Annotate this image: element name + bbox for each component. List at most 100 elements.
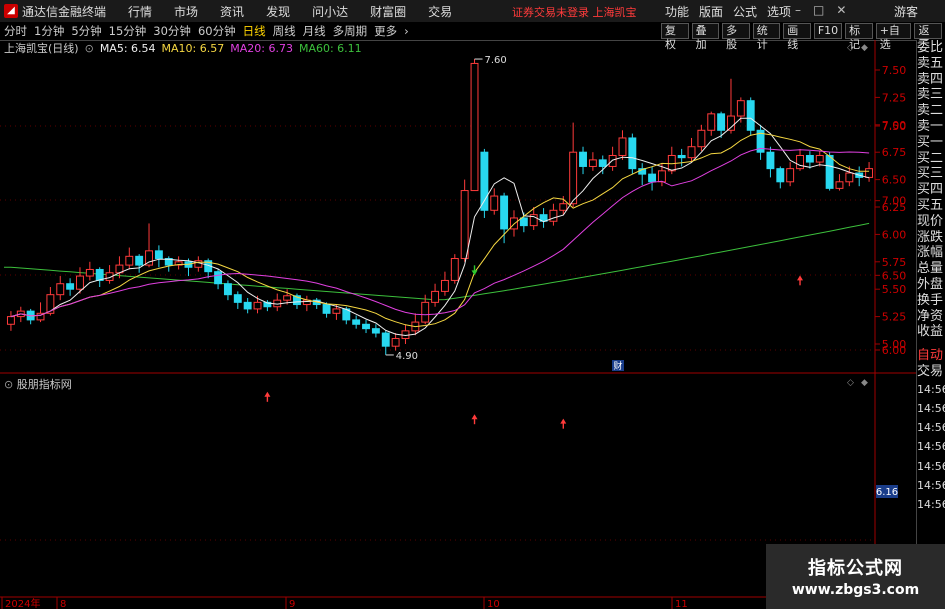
period-60min[interactable]: 60分钟 bbox=[198, 23, 236, 39]
candle[interactable] bbox=[352, 315, 361, 329]
candle[interactable] bbox=[470, 59, 479, 192]
candle[interactable] bbox=[56, 276, 65, 301]
period-monthly[interactable]: 月线 bbox=[303, 23, 326, 39]
candle[interactable] bbox=[223, 280, 232, 301]
candle[interactable] bbox=[776, 166, 785, 189]
period-more[interactable]: 更多 bbox=[374, 23, 397, 39]
candle[interactable] bbox=[302, 295, 311, 312]
menu-gongneng[interactable]: 功能 bbox=[665, 3, 689, 20]
candle[interactable] bbox=[233, 291, 242, 309]
candle[interactable] bbox=[687, 137, 696, 163]
candle[interactable] bbox=[756, 124, 765, 160]
maximize-icon[interactable]: □ bbox=[813, 3, 824, 17]
candle[interactable] bbox=[588, 152, 597, 171]
btn-add-watchlist[interactable]: +自选 bbox=[875, 23, 912, 51]
candle[interactable] bbox=[362, 319, 370, 334]
candle[interactable] bbox=[431, 283, 440, 307]
btn-fuquan[interactable]: 复权 bbox=[661, 23, 689, 51]
btn-back[interactable]: 返回 bbox=[914, 23, 943, 51]
candle[interactable] bbox=[697, 124, 706, 152]
panel-option-icon[interactable]: ◆ bbox=[861, 378, 868, 388]
btn-diejia[interactable]: 叠加 bbox=[691, 23, 720, 51]
candle[interactable] bbox=[677, 148, 686, 167]
candle[interactable] bbox=[805, 151, 814, 169]
period-multi[interactable]: 多周期 bbox=[333, 23, 368, 39]
panel-option-icon[interactable]: ◆ bbox=[861, 43, 868, 53]
candle[interactable] bbox=[381, 330, 390, 355]
candle[interactable] bbox=[539, 208, 548, 228]
candle[interactable] bbox=[638, 163, 647, 186]
candle[interactable] bbox=[440, 271, 449, 296]
period-30min[interactable]: 30分钟 bbox=[153, 23, 191, 39]
candle[interactable] bbox=[500, 192, 509, 244]
candle[interactable] bbox=[243, 297, 252, 314]
candle[interactable] bbox=[766, 146, 775, 178]
period-fenshi[interactable]: 分时 bbox=[4, 23, 27, 39]
candle[interactable] bbox=[480, 148, 489, 218]
candle[interactable] bbox=[401, 324, 410, 344]
candle[interactable] bbox=[145, 223, 153, 268]
candle[interactable] bbox=[549, 203, 558, 226]
btn-duogu[interactable]: 多股 bbox=[722, 23, 750, 51]
candle[interactable] bbox=[125, 247, 134, 270]
candle[interactable] bbox=[154, 245, 163, 268]
candle[interactable] bbox=[460, 179, 469, 262]
panel-option-icon[interactable]: ◇ bbox=[847, 43, 854, 53]
menu-wenxiaoda[interactable]: 问小达 bbox=[312, 3, 348, 20]
candle[interactable] bbox=[174, 256, 183, 270]
menu-hangqing[interactable]: 行情 bbox=[128, 3, 152, 20]
candle[interactable] bbox=[312, 297, 321, 309]
candle[interactable] bbox=[66, 278, 75, 296]
candle[interactable] bbox=[411, 313, 420, 336]
trade-login-notice[interactable]: 证券交易未登录 上海凯宝 bbox=[512, 4, 637, 20]
period-weekly[interactable]: 周线 bbox=[273, 23, 296, 39]
guest-user[interactable]: 游客 bbox=[894, 3, 918, 20]
candle[interactable] bbox=[579, 146, 587, 175]
candle[interactable] bbox=[569, 122, 578, 207]
sub-chart-title[interactable]: ⊙ 股朋指标网 bbox=[4, 376, 72, 392]
candle[interactable] bbox=[628, 133, 637, 175]
candle[interactable] bbox=[815, 151, 824, 167]
candle[interactable] bbox=[618, 130, 627, 160]
btn-tongji[interactable]: 统计 bbox=[752, 23, 781, 51]
menu-gongshi[interactable]: 公式 bbox=[733, 3, 757, 20]
candle[interactable] bbox=[608, 146, 617, 171]
candle[interactable] bbox=[490, 188, 499, 215]
minimize-icon[interactable]: – bbox=[795, 3, 801, 17]
menu-faxian[interactable]: 发现 bbox=[266, 3, 290, 20]
kline-chart[interactable]: 7.507.257.006.756.506.256.005.755.505.25… bbox=[0, 40, 916, 609]
candle[interactable] bbox=[796, 148, 804, 171]
period-1min[interactable]: 1分钟 bbox=[34, 23, 64, 39]
menu-xuanxiang[interactable]: 选项 bbox=[767, 3, 791, 20]
trade-header[interactable]: 自动 交易 bbox=[917, 348, 945, 380]
btn-huaxian[interactable]: 画线 bbox=[783, 23, 811, 51]
menu-banmian[interactable]: 版面 bbox=[699, 3, 723, 20]
period-15min[interactable]: 15分钟 bbox=[109, 23, 147, 39]
candle[interactable] bbox=[707, 111, 716, 136]
menu-shichang[interactable]: 市场 bbox=[174, 3, 198, 20]
candle[interactable] bbox=[164, 256, 173, 272]
close-icon[interactable]: ✕ bbox=[836, 3, 846, 17]
menu-jiaoyi[interactable]: 交易 bbox=[428, 3, 452, 20]
candle[interactable] bbox=[648, 166, 657, 191]
panel-option-icon[interactable]: ◇ bbox=[847, 378, 854, 388]
candle[interactable] bbox=[36, 302, 45, 323]
chevron-right-icon[interactable]: › bbox=[404, 24, 409, 38]
candle[interactable] bbox=[273, 293, 282, 312]
menu-caifuquan[interactable]: 财富圈 bbox=[370, 3, 406, 20]
candle[interactable] bbox=[371, 324, 380, 338]
btn-biaoji[interactable]: 标记 bbox=[845, 23, 873, 51]
candle[interactable] bbox=[865, 162, 874, 182]
candle[interactable] bbox=[85, 261, 94, 281]
candle[interactable] bbox=[26, 308, 35, 325]
period-daily[interactable]: 日线 bbox=[243, 23, 266, 39]
candle[interactable] bbox=[95, 267, 104, 288]
candle[interactable] bbox=[6, 311, 15, 331]
candle[interactable] bbox=[135, 254, 144, 273]
candle[interactable] bbox=[746, 97, 755, 136]
candle[interactable] bbox=[194, 256, 203, 272]
candle[interactable] bbox=[835, 174, 844, 191]
candle[interactable] bbox=[391, 333, 400, 351]
candle[interactable] bbox=[786, 162, 795, 187]
btn-f10[interactable]: F10 bbox=[813, 23, 843, 39]
